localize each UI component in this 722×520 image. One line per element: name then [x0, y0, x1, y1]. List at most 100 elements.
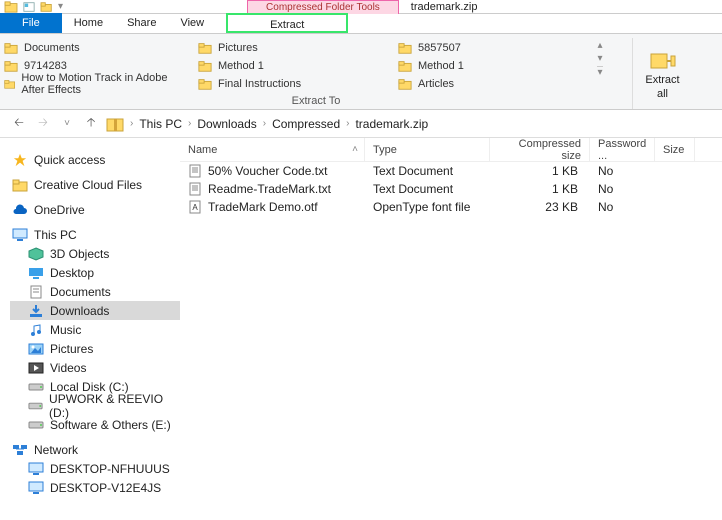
zip-icon [106, 116, 124, 132]
nav-music[interactable]: Music [10, 320, 180, 339]
cloud-icon [12, 203, 28, 217]
file-name: Readme-TradeMark.txt [208, 182, 331, 196]
nav-quick-access[interactable]: Quick access [10, 150, 180, 169]
destination-label: How to Motion Track in Adobe After Effec… [21, 72, 190, 96]
nav-network-pc-1[interactable]: DESKTOP-NFHUUUS [10, 459, 180, 478]
nav-this-pc[interactable]: This PC [10, 225, 180, 244]
documents-icon [28, 285, 44, 299]
downloads-icon [28, 304, 44, 318]
folder-icon [12, 178, 28, 192]
gallery-up-icon[interactable]: ▴ [597, 40, 602, 51]
nav-creative-cloud[interactable]: Creative Cloud Files [10, 175, 180, 194]
file-type: OpenType font file [365, 200, 490, 214]
extract-to-gallery: Documents9714283How to Motion Track in A… [0, 38, 632, 95]
extract-destination[interactable]: Documents [4, 40, 190, 56]
destination-label: Method 1 [418, 60, 464, 72]
window-title: trademark.zip [411, 1, 478, 13]
nav-videos[interactable]: Videos [10, 358, 180, 377]
file-row[interactable]: 50% Voucher Code.txtText Document1 KBNo [180, 162, 722, 180]
file-list: Name˄ Type Compressed size Password ... … [180, 138, 722, 520]
destination-label: Documents [24, 42, 80, 54]
file-compressed-size: 23 KB [490, 200, 590, 214]
nav-network[interactable]: Network [10, 440, 180, 459]
nav-documents[interactable]: Documents [10, 282, 180, 301]
text-file-icon [188, 182, 202, 196]
column-type[interactable]: Type [365, 138, 490, 161]
chevron-right-icon: › [259, 118, 270, 129]
destination-label: Method 1 [218, 60, 264, 72]
column-compressed-size[interactable]: Compressed size [490, 138, 590, 161]
tab-extract[interactable]: Extract [226, 13, 348, 33]
extract-destination[interactable]: 5857507 [398, 40, 584, 56]
cube-icon [28, 247, 44, 261]
destination-label: Final Instructions [218, 78, 301, 90]
nav-pictures[interactable]: Pictures [10, 339, 180, 358]
file-row[interactable]: ATradeMark Demo.otfOpenType font file23 … [180, 198, 722, 216]
chevron-right-icon: › [342, 118, 353, 129]
ribbon-tabs: File Home Share View Extract [0, 14, 722, 34]
gallery-more-icon[interactable]: ▾ [597, 66, 602, 78]
folder-icon [4, 41, 18, 55]
column-size[interactable]: Size [655, 138, 695, 161]
svg-text:A: A [192, 203, 198, 212]
extract-destination[interactable]: How to Motion Track in Adobe After Effec… [4, 76, 190, 92]
new-folder-icon[interactable] [40, 1, 54, 13]
tab-share[interactable]: Share [115, 13, 168, 33]
extract-all-label-2: all [657, 88, 668, 100]
nav-downloads[interactable]: Downloads [10, 301, 180, 320]
font-file-icon: A [188, 200, 202, 214]
extract-destination[interactable]: Method 1 [398, 58, 584, 74]
nav-network-pc-2[interactable]: DESKTOP-V12E4JS [10, 478, 180, 497]
forward-button[interactable]: 🡢 [34, 115, 52, 133]
breadcrumb-segment[interactable]: Compressed [272, 117, 340, 131]
folder-icon [4, 77, 15, 91]
column-name[interactable]: Name˄ [180, 138, 365, 161]
file-name: 50% Voucher Code.txt [208, 164, 327, 178]
tab-file[interactable]: File [0, 13, 62, 33]
nav-3d-objects[interactable]: 3D Objects [10, 244, 180, 263]
drive-icon [28, 418, 44, 432]
extract-destination[interactable]: Method 1 [198, 58, 390, 74]
quick-access-toolbar: ▾ [0, 1, 63, 13]
tab-view[interactable]: View [168, 13, 216, 33]
properties-icon[interactable] [22, 1, 36, 13]
file-type: Text Document [365, 164, 490, 178]
extract-destination[interactable]: Final Instructions [198, 76, 390, 92]
star-icon [12, 153, 28, 167]
nav-onedrive[interactable]: OneDrive [10, 200, 180, 219]
folder-icon [198, 41, 212, 55]
breadcrumb-segment[interactable]: Downloads [197, 117, 256, 131]
extract-destination[interactable]: Articles [398, 76, 584, 92]
column-password[interactable]: Password ... [590, 138, 655, 161]
file-compressed-size: 1 KB [490, 164, 590, 178]
file-row[interactable]: Readme-TradeMark.txtText Document1 KBNo [180, 180, 722, 198]
file-password: No [590, 182, 655, 196]
up-button[interactable]: 🡡 [82, 115, 100, 133]
music-icon [28, 323, 44, 337]
nav-drive-d[interactable]: UPWORK & REEVIO (D:) [10, 396, 180, 415]
title-bar: ▾ Compressed Folder Tools trademark.zip [0, 0, 722, 14]
navigation-pane: Quick access Creative Cloud Files OneDri… [0, 138, 180, 520]
qat-dropdown-icon[interactable]: ▾ [58, 1, 63, 13]
destination-label: 9714283 [24, 60, 67, 72]
group-label: Extract To [0, 95, 632, 109]
breadcrumb-segment[interactable]: trademark.zip [355, 117, 428, 131]
nav-desktop[interactable]: Desktop [10, 263, 180, 282]
address-chevron-icon[interactable]: › [130, 118, 133, 129]
breadcrumb-segment[interactable]: This PC [139, 117, 182, 131]
extract-destination[interactable]: Pictures [198, 40, 390, 56]
pictures-icon [28, 342, 44, 356]
extract-all-button[interactable]: Extract all [632, 38, 692, 109]
chevron-right-icon: › [184, 118, 195, 129]
address-bar: 🡠 🡢 ˅ 🡡 › This PC›Downloads›Compressed›t… [0, 110, 722, 138]
recent-dropdown-icon[interactable]: ˅ [58, 115, 76, 133]
tab-home[interactable]: Home [62, 13, 115, 33]
gallery-down-icon[interactable]: ▾ [597, 53, 602, 64]
back-button[interactable]: 🡠 [10, 115, 28, 133]
gallery-scroll: ▴ ▾ ▾ [588, 38, 612, 95]
nav-drive-e[interactable]: Software & Others (E:) [10, 415, 180, 434]
monitor-icon [28, 462, 44, 476]
extract-all-label-1: Extract [645, 74, 679, 86]
desktop-icon [28, 266, 44, 280]
extract-all-icon [649, 48, 677, 72]
